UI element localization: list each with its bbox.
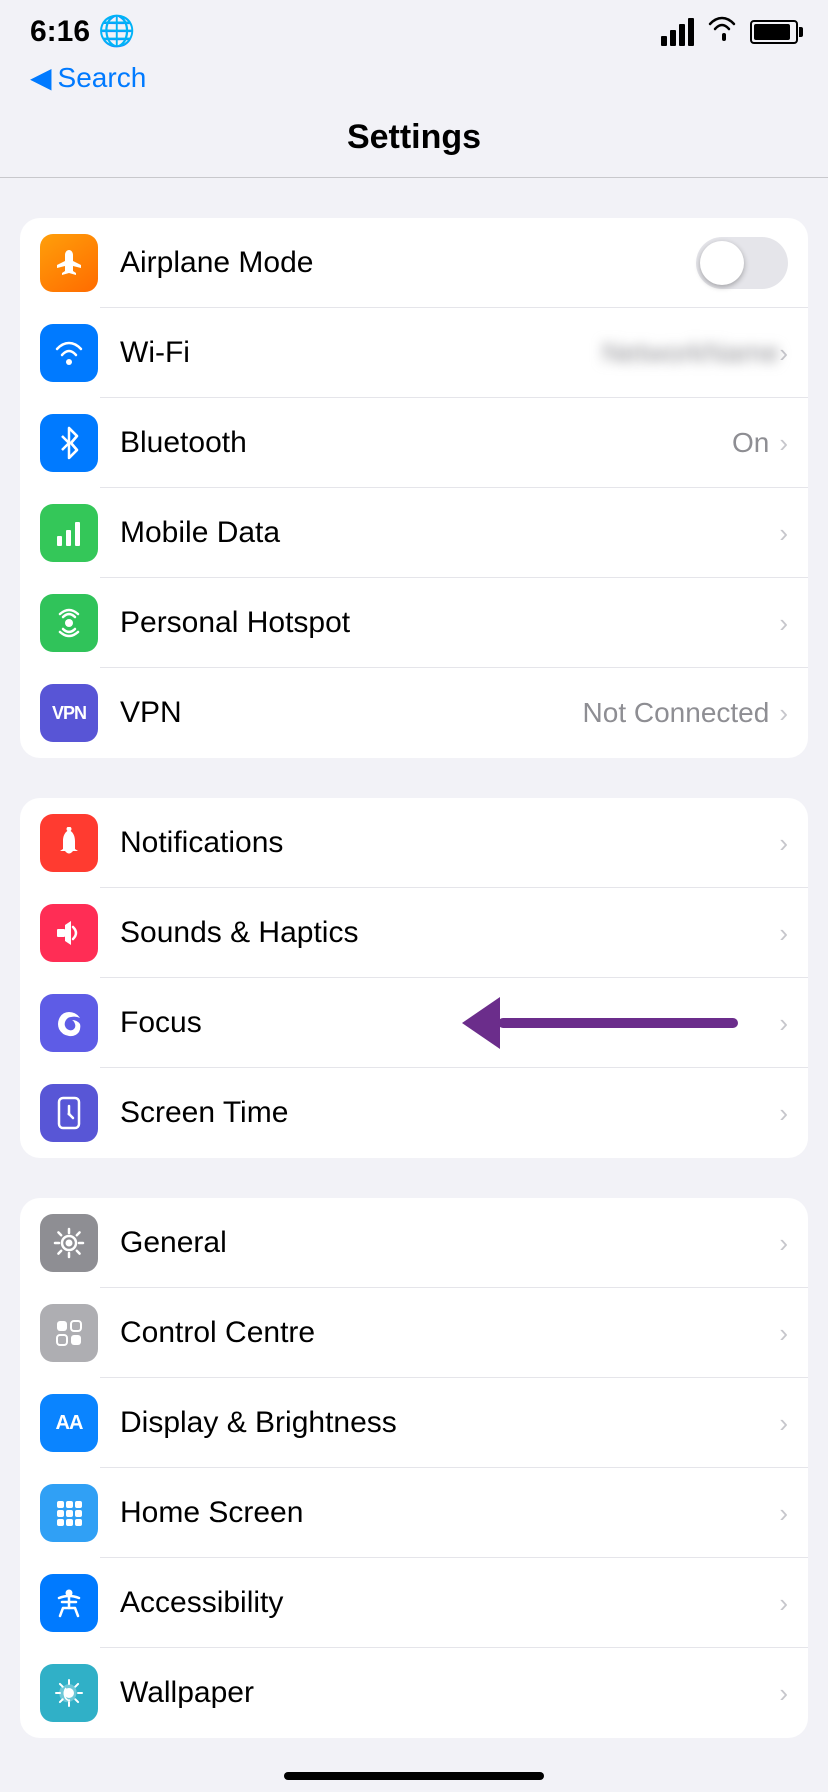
- wallpaper-row[interactable]: Wallpaper ›: [20, 1648, 808, 1738]
- mobile-data-chevron-icon: ›: [779, 518, 788, 549]
- globe-icon: 🌐: [98, 14, 135, 49]
- mobile-data-icon: [40, 504, 98, 562]
- notifications-icon: [40, 814, 98, 872]
- airplane-mode-icon: [40, 234, 98, 292]
- wifi-chevron-icon: ›: [779, 338, 788, 369]
- page-title: Settings: [0, 108, 828, 178]
- network-card: Airplane Mode Wi-Fi NetworkName ›: [20, 218, 808, 758]
- personal-hotspot-chevron-icon: ›: [779, 608, 788, 639]
- sounds-haptics-row[interactable]: Sounds & Haptics ›: [20, 888, 808, 978]
- screen-time-icon: [40, 1084, 98, 1142]
- display-brightness-row[interactable]: AA Display & Brightness ›: [20, 1378, 808, 1468]
- screen-time-row[interactable]: Screen Time ›: [20, 1068, 808, 1158]
- general-label: General: [120, 1226, 779, 1260]
- focus-icon: [40, 994, 98, 1052]
- status-bar: 6:16 🌐: [0, 0, 828, 57]
- wifi-status-icon: [706, 15, 738, 48]
- general-chevron-icon: ›: [779, 1228, 788, 1259]
- status-icons: [661, 15, 798, 48]
- system-card: General › Control Centre › AA Display & …: [20, 1198, 808, 1738]
- bluetooth-icon: [40, 414, 98, 472]
- wallpaper-label: Wallpaper: [120, 1676, 779, 1710]
- mobile-data-label: Mobile Data: [120, 516, 779, 550]
- accessibility-icon: [40, 1574, 98, 1632]
- control-centre-chevron-icon: ›: [779, 1318, 788, 1349]
- home-indicator: [284, 1772, 544, 1780]
- accessibility-chevron-icon: ›: [779, 1588, 788, 1619]
- display-brightness-icon: AA: [40, 1394, 98, 1452]
- notifications-chevron-icon: ›: [779, 828, 788, 859]
- airplane-mode-toggle[interactable]: [696, 237, 788, 289]
- accessibility-row[interactable]: Accessibility ›: [20, 1558, 808, 1648]
- system-group: General › Control Centre › AA Display & …: [0, 1158, 828, 1738]
- home-screen-row[interactable]: Home Screen ›: [20, 1468, 808, 1558]
- vpn-value: Not Connected: [583, 697, 770, 729]
- notifications-group: Notifications › Sounds & Haptics › F: [0, 758, 828, 1158]
- vpn-icon: VPN: [40, 684, 98, 742]
- home-screen-icon: [40, 1484, 98, 1542]
- signal-icon: [661, 18, 694, 46]
- network-group: Airplane Mode Wi-Fi NetworkName ›: [0, 178, 828, 758]
- wallpaper-icon: [40, 1664, 98, 1722]
- display-brightness-chevron-icon: ›: [779, 1408, 788, 1439]
- personal-hotspot-label: Personal Hotspot: [120, 606, 779, 640]
- notifications-card: Notifications › Sounds & Haptics › F: [20, 798, 808, 1158]
- personal-hotspot-icon: [40, 594, 98, 652]
- focus-chevron-icon: ›: [779, 1008, 788, 1039]
- wifi-icon: [40, 324, 98, 382]
- notifications-label: Notifications: [120, 826, 779, 860]
- back-button[interactable]: ◀ Search: [0, 57, 828, 108]
- battery-icon: [750, 20, 798, 44]
- display-brightness-label: Display & Brightness: [120, 1406, 779, 1440]
- control-centre-row[interactable]: Control Centre ›: [20, 1288, 808, 1378]
- personal-hotspot-row[interactable]: Personal Hotspot ›: [20, 578, 808, 668]
- control-centre-label: Control Centre: [120, 1316, 779, 1350]
- airplane-mode-label: Airplane Mode: [120, 246, 686, 280]
- wifi-label: Wi-Fi: [120, 336, 602, 370]
- bluetooth-value: On: [732, 427, 769, 459]
- bluetooth-chevron-icon: ›: [779, 428, 788, 459]
- wifi-value: NetworkName: [602, 337, 779, 369]
- general-row[interactable]: General ›: [20, 1198, 808, 1288]
- control-centre-icon: [40, 1304, 98, 1362]
- time-label: 6:16: [30, 15, 90, 49]
- sounds-haptics-icon: [40, 904, 98, 962]
- status-time-area: 6:16 🌐: [30, 14, 135, 49]
- notifications-row[interactable]: Notifications ›: [20, 798, 808, 888]
- sounds-haptics-label: Sounds & Haptics: [120, 916, 779, 950]
- wifi-row[interactable]: Wi-Fi NetworkName ›: [20, 308, 808, 398]
- focus-row[interactable]: Focus ›: [20, 978, 808, 1068]
- accessibility-label: Accessibility: [120, 1586, 779, 1620]
- back-chevron-icon: ◀: [30, 61, 52, 94]
- back-label: Search: [58, 62, 147, 94]
- home-screen-chevron-icon: ›: [779, 1498, 788, 1529]
- vpn-chevron-icon: ›: [779, 698, 788, 729]
- airplane-mode-row[interactable]: Airplane Mode: [20, 218, 808, 308]
- vpn-label: VPN: [120, 696, 583, 730]
- vpn-row[interactable]: VPN VPN Not Connected ›: [20, 668, 808, 758]
- screen-time-label: Screen Time: [120, 1096, 779, 1130]
- screen-time-chevron-icon: ›: [779, 1098, 788, 1129]
- focus-annotation-arrow: [462, 997, 738, 1049]
- bluetooth-row[interactable]: Bluetooth On ›: [20, 398, 808, 488]
- home-screen-label: Home Screen: [120, 1496, 779, 1530]
- mobile-data-row[interactable]: Mobile Data ›: [20, 488, 808, 578]
- sounds-haptics-chevron-icon: ›: [779, 918, 788, 949]
- wallpaper-chevron-icon: ›: [779, 1678, 788, 1709]
- bluetooth-label: Bluetooth: [120, 426, 732, 460]
- general-icon: [40, 1214, 98, 1272]
